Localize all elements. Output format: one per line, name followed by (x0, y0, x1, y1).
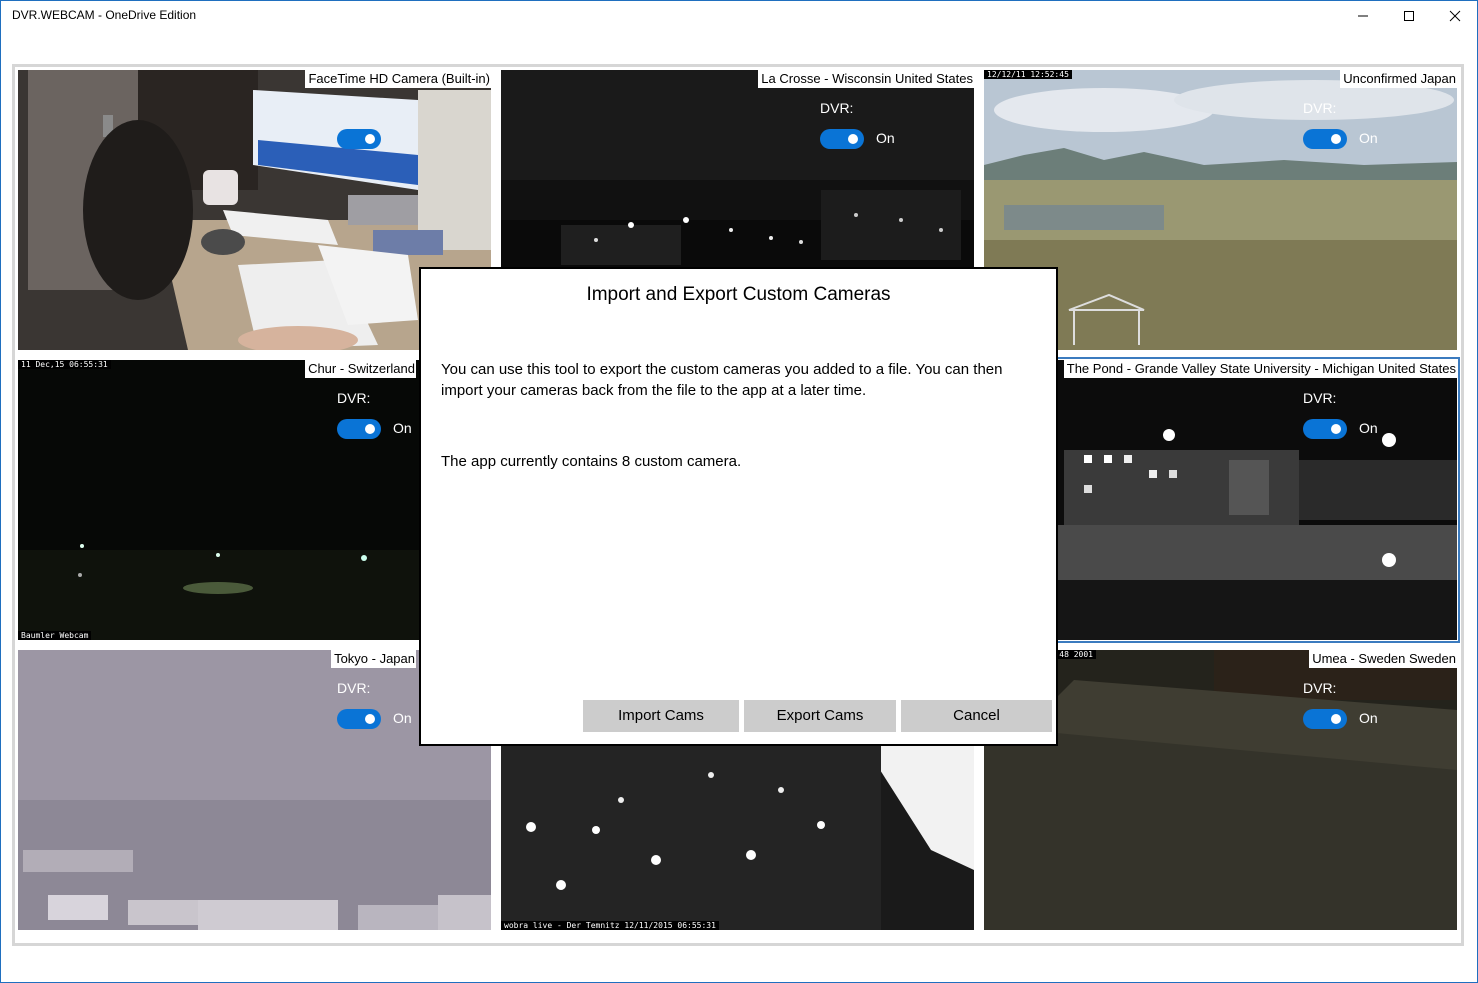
camera-timestamp: 11 Dec,15 06:55:31 (18, 360, 111, 369)
maximize-button[interactable] (1386, 0, 1432, 32)
dvr-toggle-switch[interactable] (337, 709, 381, 729)
dialog-title: Import and Export Custom Cameras (586, 284, 891, 305)
dialog-description: You can use this tool to export the cust… (441, 361, 1003, 399)
camera-name-label: The Pond - Grande Valley State Universit… (1063, 360, 1457, 378)
dvr-toggle-switch[interactable] (1303, 709, 1347, 729)
dvr-label: DVR: (1303, 390, 1337, 406)
toggle-knob (365, 424, 375, 434)
toggle-knob (1331, 424, 1341, 434)
minimize-icon (1358, 15, 1368, 17)
camera-name-label: Tokyo - Japan (331, 650, 416, 668)
cancel-button[interactable]: Cancel (901, 700, 1052, 732)
dvr-state-label: On (393, 420, 412, 436)
maximize-icon (1404, 11, 1414, 21)
dvr-state-label: On (1359, 420, 1378, 436)
close-icon (1449, 10, 1461, 22)
export-cams-button[interactable]: Export Cams (744, 700, 896, 732)
camera-name-label: Umea - Sweden Sweden (1309, 650, 1457, 668)
import-export-dialog: Import and Export Custom Cameras You can… (419, 267, 1058, 746)
camera-name-label: Unconfirmed Japan (1340, 70, 1457, 88)
dvr-toggle-switch[interactable] (337, 419, 381, 439)
camera-watermark: Baumler Webcam (18, 631, 92, 640)
dvr-label: DVR: (1303, 680, 1337, 696)
title-bar[interactable]: DVR.WEBCAM - OneDrive Edition (0, 0, 1478, 32)
toggle-knob (1331, 134, 1341, 144)
minimize-button[interactable] (1340, 0, 1386, 32)
dvr-toggle-switch[interactable] (820, 129, 864, 149)
dvr-toggle-switch[interactable] (1303, 419, 1347, 439)
dvr-state-label: On (1359, 130, 1378, 146)
camera-name-label: FaceTime HD Camera (Built-in) (305, 70, 491, 88)
toggle-knob (1331, 714, 1341, 724)
toggle-knob (365, 134, 375, 144)
toggle-knob (848, 134, 858, 144)
dialog-camera-count: The app currently contains 8 custom came… (441, 453, 742, 470)
dvr-state-label: On (876, 130, 895, 146)
dvr-toggle-switch[interactable] (337, 129, 381, 149)
app-title: DVR.WEBCAM - OneDrive Edition (12, 8, 197, 22)
dvr-toggle-switch[interactable] (1303, 129, 1347, 149)
camera-name-label: Chur - Switzerland (305, 360, 416, 378)
dvr-state-label: On (393, 710, 412, 726)
import-cams-button[interactable]: Import Cams (583, 700, 739, 732)
dvr-state-label: On (1359, 710, 1378, 726)
dvr-label: DVR: (820, 100, 854, 116)
dvr-label: DVR: (337, 390, 371, 406)
dvr-label: DVR: (337, 680, 371, 696)
close-button[interactable] (1432, 0, 1478, 32)
camera-timestamp: wobra live - Der Temnitz 12/11/2015 06:5… (501, 921, 719, 930)
camera-name-label: La Crosse - Wisconsin United States (758, 70, 974, 88)
dvr-label: DVR: (1303, 100, 1337, 116)
toggle-knob (365, 714, 375, 724)
camera-timestamp: 12/12/11 12:52:45 (984, 70, 1072, 79)
